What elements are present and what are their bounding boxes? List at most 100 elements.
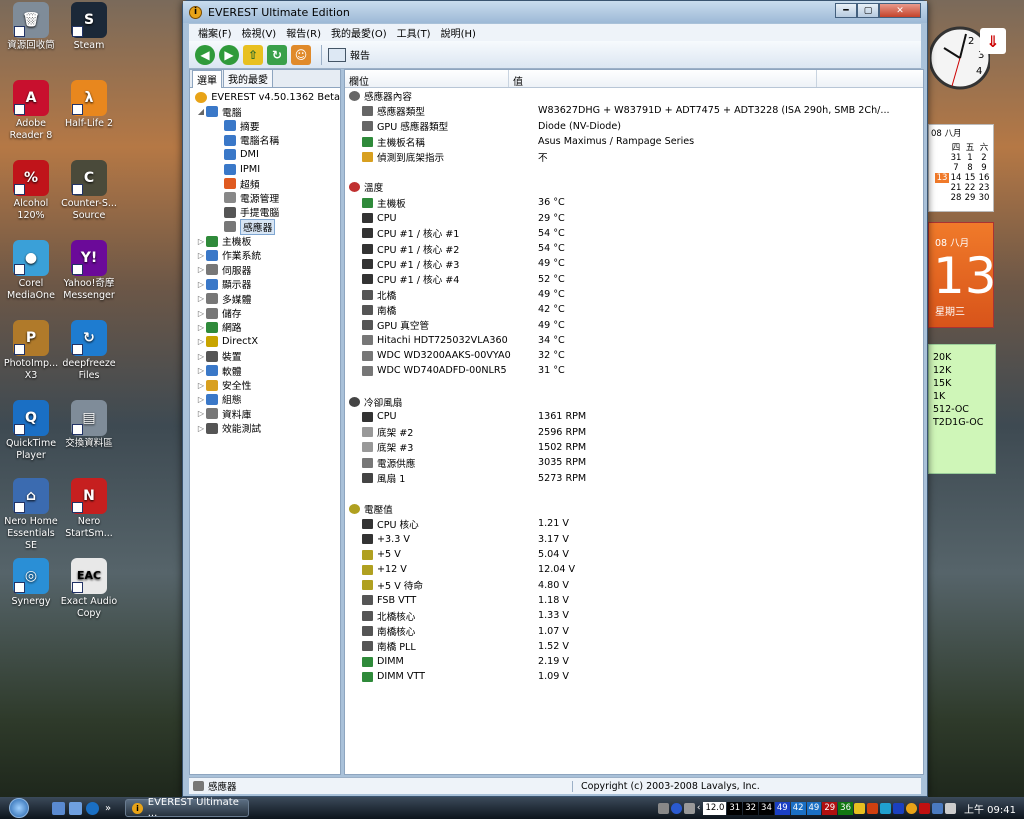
calendar-day[interactable]: 2 [977, 153, 991, 163]
column-field-header[interactable]: 欄位 [345, 70, 509, 88]
calendar-day[interactable]: 9 [977, 163, 991, 173]
sensor-row[interactable]: CPU #1 / 核心 #1 54 °C [349, 226, 923, 241]
sensor-row[interactable]: +5 V 5.04 V [349, 547, 923, 562]
sensor-row[interactable]: WDC WD3200AAKS-00VYA0 32 °C [349, 348, 923, 363]
tree-toggle-icon[interactable]: ▷ [196, 309, 206, 318]
sensor-row[interactable]: 北橋核心 1.33 V [349, 608, 923, 623]
tree-item[interactable]: ▷ 伺服器 [194, 263, 340, 277]
calendar-day[interactable]: 15 [963, 173, 977, 183]
calendar-today[interactable]: 13 [935, 173, 949, 183]
menu-item[interactable]: 說明(H) [436, 25, 481, 40]
calendar-day[interactable]: 31 [949, 153, 963, 163]
desktop-icon[interactable]: N Nero StartSm... [58, 478, 120, 540]
refresh-button[interactable]: ↻ [267, 44, 287, 65]
column-value-header[interactable]: 值 [509, 70, 817, 88]
tray-readout[interactable]: 12.0 [703, 801, 727, 815]
menu-item[interactable]: 檔案(F) [193, 25, 237, 40]
tree-item[interactable]: ▷ 儲存 [194, 306, 340, 320]
tree-item[interactable]: 感應器 [194, 218, 340, 235]
everest-window[interactable]: i EVEREST Ultimate Edition ━ ▢ ✕ 檔案(F) 檢視… [182, 0, 928, 797]
sensor-row[interactable]: CPU #1 / 核心 #3 49 °C [349, 256, 923, 271]
sensor-group[interactable]: 溫度 [349, 180, 923, 195]
calendar-day[interactable]: 21 [949, 183, 963, 193]
tree-item[interactable]: EVEREST v4.50.1362 Beta [194, 90, 340, 104]
tree-toggle-icon[interactable]: ▷ [196, 409, 206, 418]
sensor-group[interactable]: 電壓值 [349, 501, 923, 516]
tree-item[interactable]: IPMI [194, 162, 340, 176]
tree-toggle-icon[interactable]: ▷ [196, 294, 206, 303]
notes-gadget[interactable]: 20K 12K 15K 1K 512-OC T2D1G-OC [928, 344, 996, 474]
sensor-row[interactable]: 風扇 1 5273 RPM [349, 470, 923, 485]
sensor-row[interactable]: 南橋 PLL 1.52 V [349, 639, 923, 654]
desktop-icon[interactable]: 🗑 資源回收筒 [0, 2, 62, 52]
sensor-row[interactable]: +5 V 待命 4.80 V [349, 578, 923, 593]
tray-app-icon-2[interactable] [867, 802, 878, 814]
tray-readout[interactable]: 49 [806, 801, 822, 815]
media-icon[interactable] [683, 802, 695, 814]
sensor-row[interactable]: 南橋 42 °C [349, 302, 923, 317]
menu-item[interactable]: 工具(T) [392, 25, 436, 40]
desktop-icon[interactable]: EAC Exact Audio Copy [58, 558, 120, 620]
volume-icon[interactable] [945, 802, 956, 814]
tree-item[interactable]: ▷ 效能測試 [194, 421, 340, 435]
sensor-row[interactable]: FSB VTT 1.18 V [349, 593, 923, 608]
sensor-row[interactable]: 南橋核心 1.07 V [349, 623, 923, 638]
tree-item[interactable]: ▷ 網路 [194, 320, 340, 334]
sensor-row[interactable]: CPU 核心 1.21 V [349, 516, 923, 531]
calendar-day[interactable]: 7 [949, 163, 963, 173]
tray-app-icon-5[interactable] [906, 802, 917, 814]
tree-item[interactable]: ▷ 組態 [194, 392, 340, 406]
desktop-icon[interactable]: S Steam [58, 2, 120, 52]
tree-item[interactable]: ▷ DirectX [194, 335, 340, 349]
nav-tab[interactable]: 我的最愛 [223, 69, 273, 87]
sensor-row[interactable]: DIMM 2.19 V [349, 654, 923, 669]
tree-toggle-icon[interactable]: ◢ [196, 107, 206, 116]
sensor-row[interactable]: Hitachi HDT725032VLA360 34 °C [349, 333, 923, 348]
keyboard-icon[interactable] [657, 802, 669, 814]
tray-readout[interactable]: 49 [774, 801, 790, 815]
desktop-icon[interactable]: λ Half-Life 2 [58, 80, 120, 130]
tree-item[interactable]: ◢ 電腦 [194, 104, 340, 119]
menu-item[interactable]: 檢視(V) [237, 25, 282, 40]
tray-app-icon-1[interactable] [854, 802, 865, 814]
tray-readout[interactable]: 36 [838, 801, 853, 815]
gadget-control-icon[interactable]: ⇓ [980, 28, 1006, 54]
sensor-row[interactable]: CPU 1361 RPM [349, 409, 923, 424]
sensor-row[interactable]: CPU 29 °C [349, 210, 923, 225]
tree-toggle-icon[interactable]: ▷ [196, 381, 206, 390]
desktop-icon[interactable]: C Counter-S... Source [58, 160, 120, 222]
desktop-icon[interactable]: P PhotoImp... X3 [0, 320, 62, 382]
calendar-day[interactable]: 23 [977, 183, 991, 193]
sensor-group[interactable]: 冷卻風扇 [349, 394, 923, 409]
sensor-row[interactable]: 主機板名稱 Asus Maximus / Rampage Series [349, 134, 923, 149]
tree-item[interactable]: ▷ 裝置 [194, 349, 340, 363]
sensor-row[interactable]: 電源供應 3035 RPM [349, 455, 923, 470]
tree-item[interactable]: 超頻 [194, 176, 340, 191]
calendar-day[interactable]: 1 [963, 153, 977, 163]
tree-toggle-icon[interactable]: ▷ [196, 395, 206, 404]
desktop-icon[interactable]: Q QuickTime Player [0, 400, 62, 462]
sensor-row[interactable]: 底架 #3 1502 RPM [349, 440, 923, 455]
calendar-day[interactable]: 28 [949, 193, 963, 203]
tree-item[interactable]: ▷ 軟體 [194, 363, 340, 378]
tree-toggle-icon[interactable]: ▷ [196, 237, 206, 246]
taskbar-clock[interactable]: 上午 09:41 [964, 801, 1016, 816]
tree-toggle-icon[interactable]: ▷ [196, 352, 206, 361]
sensor-row[interactable]: 偵測到底架指示 不 [349, 149, 923, 164]
tree-item[interactable]: ▷ 主機板 [194, 234, 340, 248]
desktop-icon[interactable]: ↻ deepfreeze Files [58, 320, 120, 382]
calendar-day[interactable]: 29 [963, 193, 977, 203]
sensor-row[interactable]: 底架 #2 2596 RPM [349, 425, 923, 440]
menu-item[interactable]: 報告(R) [281, 25, 326, 40]
tray-app-icon-3[interactable] [880, 802, 891, 814]
sensor-row[interactable]: CPU #1 / 核心 #4 52 °C [349, 272, 923, 287]
desktop-icon[interactable]: ⌂ Nero Home Essentials SE [0, 478, 62, 552]
calendar-mini[interactable]: 08 八月 四五六 31 1 2 7 8 9 13 14 15 16 21 22 23 28 29 30 [928, 124, 994, 212]
tree-toggle-icon[interactable]: ▷ [196, 251, 206, 260]
tree-item[interactable]: 電腦名稱 [194, 133, 340, 147]
tree-item[interactable]: 電源管理 [194, 191, 340, 205]
clock-gadget[interactable]: 2 3 4 [928, 8, 992, 106]
sensor-row[interactable]: 北橋 49 °C [349, 287, 923, 302]
tray-readout[interactable]: 29 [822, 801, 838, 815]
tray-chevron-icon[interactable]: ‹ [697, 803, 701, 813]
